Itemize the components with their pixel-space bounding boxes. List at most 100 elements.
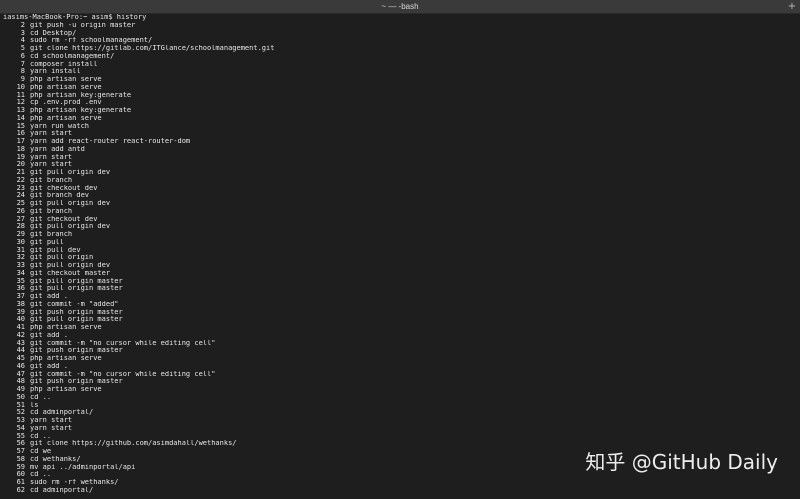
history-entry-command: yarn start: [30, 161, 73, 169]
history-entry-number: 9: [20, 76, 25, 83]
history-entry-command: yarn start: [30, 417, 73, 424]
history-entry-command: git add .: [30, 331, 68, 339]
history-entry: 62 cd adminportal/: [3, 487, 793, 495]
history-entry: 37 git add .: [3, 293, 793, 301]
history-entry-command: yarn start: [30, 130, 73, 138]
history-entry: 34 git checkout master: [3, 270, 793, 278]
history-entry-number: 27: [16, 215, 25, 223]
history-entry-number: 35: [16, 277, 25, 285]
history-entry-number: 26: [16, 207, 25, 215]
history-entry-command: git branch: [30, 231, 73, 238]
history-entry-number: 55: [16, 432, 25, 440]
history-entry: 8 yarn install: [3, 68, 793, 76]
history-entry-number: 52: [16, 409, 25, 417]
history-entry-number: 59: [16, 463, 25, 471]
history-entry-command: git pull dev: [30, 246, 81, 254]
window-title: ~ — -bash: [381, 2, 419, 11]
history-entry-command: git checkout dev: [30, 215, 98, 223]
history-entry: 43 git commit -m "no cursor while editing…: [3, 340, 793, 348]
history-entry-command: php artisan key:generate: [30, 107, 132, 114]
history-entry: 22 git branch: [3, 177, 793, 185]
history-entry-command: cd we: [30, 448, 52, 455]
history-entry-command: git add .: [30, 293, 68, 300]
history-entry-command: yarn start: [30, 153, 73, 161]
history-entry: 50 cd ..: [3, 394, 793, 402]
history-entry-number: 36: [16, 285, 25, 293]
history-entry: 15 yarn run watch: [3, 123, 793, 131]
history-entry-number: 44: [16, 347, 25, 355]
history-entry: 27 git checkout dev: [3, 216, 793, 224]
history-entry: 31 git pull dev: [3, 247, 793, 255]
history-entry-number: 57: [16, 448, 25, 455]
history-entry-command: yarn start: [30, 424, 73, 432]
history-entry-command: php artisan serve: [30, 114, 102, 122]
terminal-window: ~ — -bash + iasims-MacBook-Pro:~ asim$ h…: [0, 0, 800, 499]
history-entry: 3 cd Desktop/: [3, 30, 793, 38]
history-entry-number: 13: [16, 107, 25, 114]
history-entry: 53 yarn start: [3, 417, 793, 425]
history-entry: 21 git pull origin dev: [3, 169, 793, 177]
history-entry-number: 39: [16, 308, 25, 316]
history-entry-command: cd Desktop/: [30, 29, 77, 37]
history-entry-command: cd ..: [30, 471, 52, 479]
history-entry-command: yarn add react-router react-router-dom: [30, 138, 191, 145]
history-entry: 6 cd schoolmanagement/: [3, 53, 793, 61]
title-bar[interactable]: ~ — -bash +: [0, 0, 800, 14]
history-entry: 28 git pull origin dev: [3, 223, 793, 231]
history-entry-number: 47: [16, 370, 25, 378]
history-entry: 52 cd adminportal/: [3, 409, 793, 417]
history-entry-number: 43: [16, 339, 25, 347]
history-entry: 5 git clone https://gitlab.com/ITGlance/s…: [3, 45, 793, 53]
history-entry-number: 14: [16, 114, 25, 122]
history-entry-command: php artisan serve: [30, 76, 102, 83]
history-entry-number: 7: [20, 60, 25, 68]
history-entry-command: git branch dev: [30, 192, 90, 200]
history-entry-command: git checkout dev: [30, 184, 98, 192]
history-entry-command: git push origin master: [30, 347, 123, 355]
history-entry-number: 3: [20, 29, 25, 37]
history-entry: 51 ls: [3, 402, 793, 410]
scrollbar[interactable]: [796, 16, 799, 496]
history-entry-command: git pull origin master: [30, 285, 123, 293]
history-entry-command: cd wethanks/: [30, 455, 81, 463]
history-entry: 29 git branch: [3, 231, 793, 239]
history-entry-number: 31: [16, 246, 25, 254]
history-entry-command: git pull origin dev: [30, 200, 111, 207]
history-entry-number: 40: [16, 316, 25, 324]
history-entry-command: git push -u origin master: [30, 21, 136, 29]
history-entry-command: git commit -m "no cursor while editing c…: [30, 339, 216, 347]
history-entry-number: 2: [20, 21, 25, 29]
history-entry-number: 54: [16, 424, 25, 432]
history-entry-number: 11: [16, 91, 25, 99]
history-entry-number: 29: [16, 231, 25, 238]
terminal-output[interactable]: iasims-MacBook-Pro:~ asim$ history 2 git …: [3, 14, 793, 498]
history-entry-command: git clone https://gitlab.com/ITGlance/sc…: [30, 45, 275, 52]
history-entry: 49 php artisan serve: [3, 386, 793, 394]
history-entry-command: php artisan serve: [30, 324, 102, 331]
history-entry: 16 yarn start: [3, 130, 793, 138]
history-entry: 13 php artisan key:generate: [3, 107, 793, 115]
history-entry-number: 58: [16, 455, 25, 463]
history-entry-number: 60: [16, 471, 25, 479]
history-entry-command: yarn install: [30, 68, 81, 76]
history-entry: 39 git push origin master: [3, 309, 793, 317]
history-entry-command: yarn add antd: [30, 145, 85, 153]
history-entry-number: 6: [20, 52, 25, 60]
history-entry: 14 php artisan serve: [3, 115, 793, 123]
history-entry-number: 45: [16, 355, 25, 362]
history-entry-command: git pull origin: [30, 254, 94, 262]
history-entry-number: 46: [16, 362, 25, 370]
history-entry: 42 git add .: [3, 332, 793, 340]
history-entry: 23 git checkout dev: [3, 185, 793, 193]
history-entry-number: 15: [16, 122, 25, 130]
history-entry: 46 git add .: [3, 363, 793, 371]
history-entry-number: 38: [16, 300, 25, 308]
history-entry: 7 composer install: [3, 61, 793, 69]
history-entry: 40 git pull origin master: [3, 316, 793, 324]
history-entry: 20 yarn start: [3, 161, 793, 169]
new-tab-button[interactable]: +: [787, 0, 797, 13]
history-entry-number: 56: [16, 440, 25, 448]
history-entry-command: composer install: [30, 60, 98, 68]
history-entry-command: cd schoolmanagement/: [30, 52, 115, 60]
history-entry: 4 sudo rm -rf schoolmanagement/: [3, 37, 793, 45]
